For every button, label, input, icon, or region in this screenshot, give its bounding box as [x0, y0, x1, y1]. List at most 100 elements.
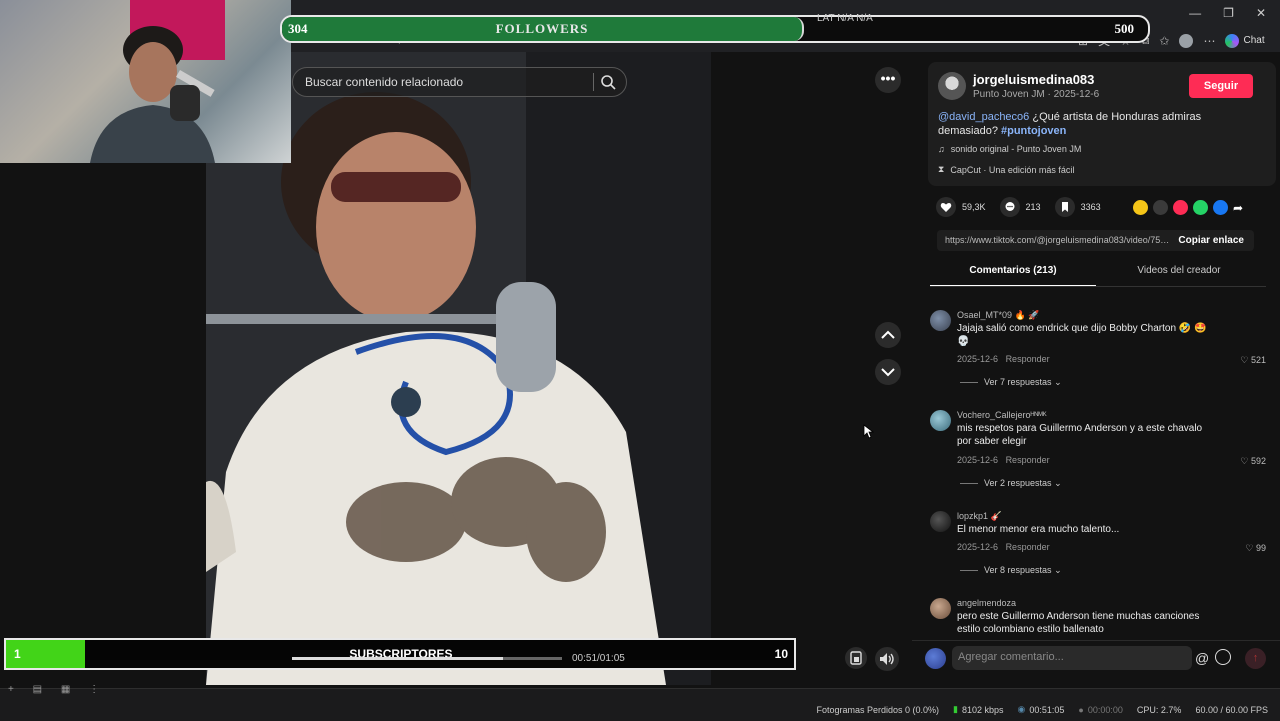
next-video-button[interactable] [875, 359, 901, 385]
comment-username[interactable]: Osael_MT*09 🔥 🚀 [957, 310, 1039, 321]
follow-button[interactable]: Seguir [1189, 74, 1253, 98]
comment-avatar[interactable] [930, 511, 951, 532]
share-icons: ➦ [1133, 200, 1243, 215]
copilot-chat-button[interactable]: Chat [1225, 33, 1265, 48]
caption-mention[interactable]: @david_pacheco6 [938, 111, 1029, 123]
profile-avatar[interactable] [1179, 33, 1194, 48]
mini-player-button[interactable] [845, 647, 867, 669]
caption-hashtag[interactable]: #puntojoven [1001, 125, 1066, 137]
minimize-icon[interactable]: — [1189, 6, 1201, 20]
chat-label: Chat [1243, 35, 1265, 46]
creator-avatar[interactable] [938, 72, 966, 100]
search-input[interactable]: Buscar contenido relacionado [305, 75, 463, 89]
comment-username[interactable]: Vochero_Callejeroᴴᴺᴹᴷ [957, 410, 1047, 420]
comment-like-count: 521 [1250, 355, 1266, 365]
comment-item: lopzkp1 🎸 El menor menor era mucho talen… [930, 511, 1270, 581]
more-options-button[interactable]: ••• [875, 67, 901, 93]
subscribers-goal-max: 10 [774, 647, 788, 661]
comment-avatar[interactable] [930, 598, 951, 619]
coin-share-icon[interactable] [1133, 200, 1148, 215]
comment-date: 2025-12-6 [957, 542, 999, 552]
tab-comments[interactable]: Comentarios (213) [930, 260, 1096, 287]
dropped-frames: Fotogramas Perdidos 0 (0.0%) [816, 704, 940, 715]
comment-avatar[interactable] [930, 410, 951, 431]
record-icon: ● [1078, 704, 1084, 715]
comment-like[interactable]: ♡ 521 [1240, 355, 1266, 366]
cpu-usage: CPU: 2.7% [1136, 704, 1182, 715]
search-icon[interactable] [599, 73, 617, 91]
sound-name: sonido original - Punto Joven JM [950, 144, 1082, 154]
latency-readout: LAT N/A N/A [817, 13, 873, 24]
comment-placeholder[interactable]: Agregar comentario... [958, 651, 1064, 663]
subscribers-goal-min: 1 [14, 647, 21, 661]
comment-item: angelmendoza pero este Guillermo Anderso… [930, 598, 1270, 638]
emoji-icon[interactable] [1215, 649, 1231, 665]
favorites-icon[interactable]: ✩ [1159, 34, 1169, 48]
video-time: 00:51/01:05 [572, 653, 625, 664]
view-replies-button[interactable]: Ver 8 respuestas ⌄ [960, 565, 1062, 576]
fps-readout: 60.00 / 60.00 FPS [1195, 704, 1268, 715]
comment-like-count: 99 [1255, 543, 1266, 553]
video-progress-fill [292, 657, 503, 660]
whatsapp-icon[interactable] [1193, 200, 1208, 215]
reply-link[interactable]: Responder [1006, 455, 1050, 465]
comment-text: pero este Guillermo Anderson tiene mucha… [957, 611, 1200, 635]
video-link-box: https://www.tiktok.com/@jorgeluismedina0… [937, 230, 1254, 251]
chevron-down-icon: ⌄ [1054, 377, 1062, 387]
volume-button[interactable] [875, 647, 899, 671]
send-to-friends-icon[interactable] [1173, 200, 1188, 215]
creator-username[interactable]: jorgeluismedina083 [973, 72, 1094, 87]
record-time-readout: ● 00:00:00 [1078, 705, 1122, 715]
heart-outline-icon: ♡ [1240, 456, 1249, 466]
heart-icon [936, 197, 956, 217]
latency-value-2: N/A [856, 13, 873, 24]
send-comment-button[interactable]: ↑ [1245, 648, 1266, 669]
view-replies-button[interactable]: Ver 2 respuestas ⌄ [960, 478, 1062, 489]
followers-goal-max: 500 [1114, 21, 1135, 36]
tab-creator-videos[interactable]: Videos del creador [1096, 260, 1262, 285]
webcam-person-illustration [90, 26, 215, 163]
reply-link[interactable]: Responder [1006, 542, 1050, 552]
embed-icon[interactable] [1153, 200, 1168, 215]
restore-icon[interactable]: ❐ [1223, 6, 1234, 20]
like-action[interactable]: 59,3K [936, 197, 986, 217]
subscribers-goal-bar: SUBSCRIPTORES 1 10 [4, 638, 796, 670]
stream-icon: ◉ [1017, 704, 1026, 714]
tabs-divider [930, 286, 1266, 287]
music-note-icon: ♫ [938, 144, 945, 154]
close-icon[interactable]: ✕ [1256, 6, 1266, 20]
mention-at-icon[interactable]: @ [1195, 650, 1209, 666]
comment-action[interactable]: 213 [999, 197, 1041, 217]
comment-like[interactable]: ♡ 592 [1240, 456, 1266, 467]
mini-player-icon [850, 651, 862, 665]
comment-username[interactable]: angelmendoza [957, 598, 1016, 608]
comment-like[interactable]: ♡ 99 [1245, 543, 1266, 554]
chevron-up-icon [881, 330, 895, 339]
heart-outline-icon: ♡ [1240, 355, 1249, 365]
comment-date: 2025-12-6 [957, 455, 999, 465]
chevron-down-icon: ⌄ [1054, 565, 1062, 575]
previous-video-button[interactable] [875, 322, 901, 348]
save-action[interactable]: 3363 [1054, 197, 1101, 217]
comment-avatar[interactable] [930, 310, 951, 331]
comment-item: Vochero_Callejeroᴴᴺᴹᴷ mis respetos para … [930, 410, 1270, 490]
sound-row[interactable]: ♫ sonido original - Punto Joven JM [938, 144, 1081, 154]
copy-link-button[interactable]: Copiar enlace [1178, 235, 1244, 246]
comment-date: 2025-12-6 [957, 354, 999, 364]
reply-link[interactable]: Responder [1006, 354, 1050, 364]
view-replies-label: Ver 8 respuestas [984, 565, 1052, 575]
comment-username[interactable]: lopzkp1 🎸 [957, 511, 1002, 522]
facebook-icon[interactable] [1213, 200, 1228, 215]
related-search-box[interactable]: Buscar contenido relacionado [292, 67, 627, 97]
share-arrow-icon[interactable]: ➦ [1233, 201, 1243, 215]
chevron-down-icon: ⌄ [1054, 478, 1062, 488]
video-link-url[interactable]: https://www.tiktok.com/@jorgeluismedina0… [945, 235, 1173, 245]
latency-value-1: N/A [837, 13, 854, 24]
menu-dots-icon[interactable]: ⋯ [1203, 34, 1215, 48]
comment-text: Jajaja salió como endrick que dijo Bobby… [957, 323, 1207, 347]
view-replies-button[interactable]: Ver 7 respuestas ⌄ [960, 377, 1062, 388]
save-count: 3363 [1080, 202, 1101, 212]
comment-like-count: 592 [1250, 456, 1266, 466]
comment-meta: 2025-12-6 Responder [957, 354, 1050, 364]
capcut-row[interactable]: ⧗ CapCut · Una edición más fácil [938, 164, 1074, 175]
